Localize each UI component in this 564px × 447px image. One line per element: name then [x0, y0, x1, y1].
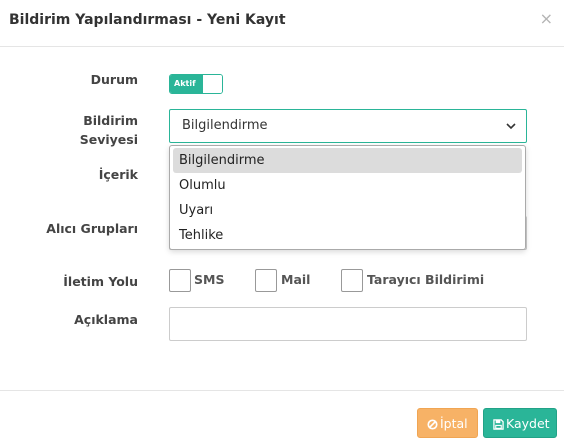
- recipients-label: Alıcı Grupları: [46, 221, 138, 236]
- dropdown-option[interactable]: Olumlu: [173, 173, 522, 198]
- content-label: İçerik: [98, 167, 138, 182]
- level-dropdown: Bilgilendirme Olumlu Uyarı Tehlike: [169, 145, 526, 250]
- channel-label: İletim Yolu: [63, 274, 138, 289]
- close-icon[interactable]: ×: [540, 11, 553, 27]
- level-label-line1: Bildirim: [83, 113, 138, 128]
- modal-header: Bildirim Yapılandırması - Yeni Kayıt ×: [0, 0, 564, 47]
- modal-title: Bildirim Yapılandırması - Yeni Kayıt: [9, 12, 286, 28]
- mail-label: Mail: [281, 272, 311, 287]
- status-toggle-label: Aktif: [170, 75, 203, 93]
- modal-footer: İptal Kaydet: [0, 390, 564, 447]
- level-select[interactable]: Bilgilendirme: [169, 109, 527, 143]
- floppy-disk-icon: [493, 419, 504, 430]
- sms-label: SMS: [194, 272, 225, 287]
- level-label-line2: Seviyesi: [79, 132, 138, 147]
- description-label: Açıklama: [74, 312, 138, 327]
- mail-checkbox[interactable]: [255, 269, 277, 292]
- status-label: Durum: [90, 72, 138, 87]
- toggle-knob: [203, 75, 222, 93]
- cancel-button[interactable]: İptal: [417, 408, 478, 438]
- ban-icon: [427, 419, 438, 430]
- save-button[interactable]: Kaydet: [483, 408, 557, 438]
- level-select-value: Bilgilendirme: [182, 118, 268, 133]
- dropdown-option[interactable]: Tehlike: [173, 223, 522, 248]
- cancel-button-label: İptal: [440, 416, 468, 431]
- browser-notification-label: Tarayıcı Bildirimi: [367, 272, 485, 287]
- browser-notification-checkbox[interactable]: [341, 269, 363, 292]
- dropdown-option[interactable]: Uyarı: [173, 198, 522, 223]
- sms-checkbox[interactable]: [169, 269, 191, 292]
- chevron-down-icon: [506, 123, 516, 130]
- level-label: Bildirim Seviyesi: [8, 111, 138, 149]
- save-button-label: Kaydet: [506, 416, 550, 431]
- description-input[interactable]: [169, 307, 527, 341]
- dropdown-option[interactable]: Bilgilendirme: [173, 148, 522, 173]
- status-toggle[interactable]: Aktif: [169, 74, 223, 94]
